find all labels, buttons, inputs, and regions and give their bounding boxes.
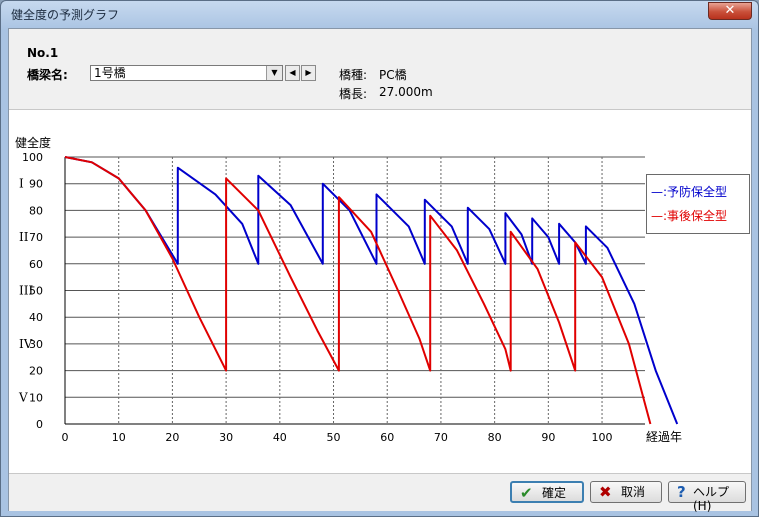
x-tick-label: 0	[62, 431, 69, 444]
legend-reactive: —:事後保全型	[651, 209, 728, 223]
x-tick-label: 10	[112, 431, 126, 444]
x-tick-label: 50	[327, 431, 341, 444]
cancel-button[interactable]: ✖ 取消	[590, 481, 662, 503]
x-tick-label: 80	[488, 431, 502, 444]
x-axis-title: 経過年	[646, 430, 682, 444]
record-number: No.1	[27, 46, 59, 60]
y-tick-label: 90	[29, 178, 43, 191]
y-tick-label: 70	[29, 231, 43, 244]
y-tick-label: 100	[22, 151, 43, 164]
help-button-label: ヘルプ(H)	[693, 485, 730, 513]
x-tick-label: 30	[219, 431, 233, 444]
bridge-name-label: 橋梁名:	[27, 68, 68, 82]
y-axis-title: 健全度	[15, 135, 51, 150]
prev-record-button[interactable]: ◀	[285, 65, 300, 81]
legend-preventive: —:予防保全型	[651, 185, 728, 199]
title-bar: 健全度の予測グラフ ✕	[1, 1, 758, 27]
bridge-length-value: 27.000m	[379, 85, 433, 99]
chart-area: 0 10 20 30 40 50 60 70 80 90 100 0 10 20 30 40 50 60 70 80 9…	[9, 109, 751, 474]
x-tick-label: 40	[273, 431, 287, 444]
help-button[interactable]: ? ヘルプ(H)	[668, 481, 746, 513]
grade-label: III	[19, 284, 33, 298]
x-tick-label: 70	[434, 431, 448, 444]
bridge-info-panel: No.1 橋梁名: 1号橋 ▼ ◀ ▶ 橋種: PC橋 橋長: 27.000m	[9, 29, 751, 109]
x-tick-label: 90	[541, 431, 555, 444]
x-tick-label: 100	[592, 431, 613, 444]
y-tick-label: 10	[29, 391, 43, 404]
dialog-window: 健全度の予測グラフ ✕ No.1 橋梁名: 1号橋 ▼ ◀ ▶ 橋種: PC橋 …	[0, 0, 759, 517]
y-tick-label: 80	[29, 204, 43, 217]
bridge-type-value: PC橋	[379, 68, 407, 82]
window-title: 健全度の予測グラフ	[11, 8, 120, 22]
health-forecast-chart: 01020304050607080901000 10 20 30 40 50 60 70 80 9…	[15, 135, 682, 444]
ok-button[interactable]: ✔ 確定	[510, 481, 584, 503]
y-tick-label: 0	[36, 418, 43, 431]
button-bar: ✔ 確定 ✖ 取消 ? ヘルプ(H)	[9, 473, 751, 513]
close-icon: ✕	[724, 3, 736, 18]
dialog-client: No.1 橋梁名: 1号橋 ▼ ◀ ▶ 橋種: PC橋 橋長: 27.000m …	[8, 28, 752, 513]
chart-legend: —:予防保全型 —:事後保全型	[646, 174, 750, 234]
arrow-right-icon: ▶	[305, 68, 312, 77]
cancel-button-label: 取消	[621, 485, 646, 499]
bridge-name-value: 1号橋	[94, 66, 126, 80]
y-tick-label: 40	[29, 311, 43, 324]
x-tick-label: 20	[165, 431, 179, 444]
x-tick-label: 60	[380, 431, 394, 444]
x-icon: ✖	[599, 483, 612, 501]
grade-label: II	[19, 230, 29, 244]
chevron-down-icon[interactable]: ▼	[266, 66, 282, 80]
bridge-name-select[interactable]: 1号橋 ▼	[90, 65, 283, 81]
question-icon: ?	[677, 483, 686, 501]
close-button[interactable]: ✕	[708, 2, 752, 20]
grade-label: IV	[19, 337, 33, 351]
grade-label: V	[18, 390, 28, 404]
y-tick-label: 60	[29, 258, 43, 271]
check-icon: ✔	[520, 484, 533, 502]
y-tick-label: 20	[29, 365, 43, 378]
arrow-left-icon: ◀	[289, 68, 296, 77]
next-record-button[interactable]: ▶	[301, 65, 316, 81]
bridge-type-label: 橋種:	[339, 68, 368, 82]
ok-button-label: 確定	[542, 486, 567, 500]
bridge-length-label: 橋長:	[339, 87, 368, 101]
grade-label: I	[19, 177, 24, 191]
